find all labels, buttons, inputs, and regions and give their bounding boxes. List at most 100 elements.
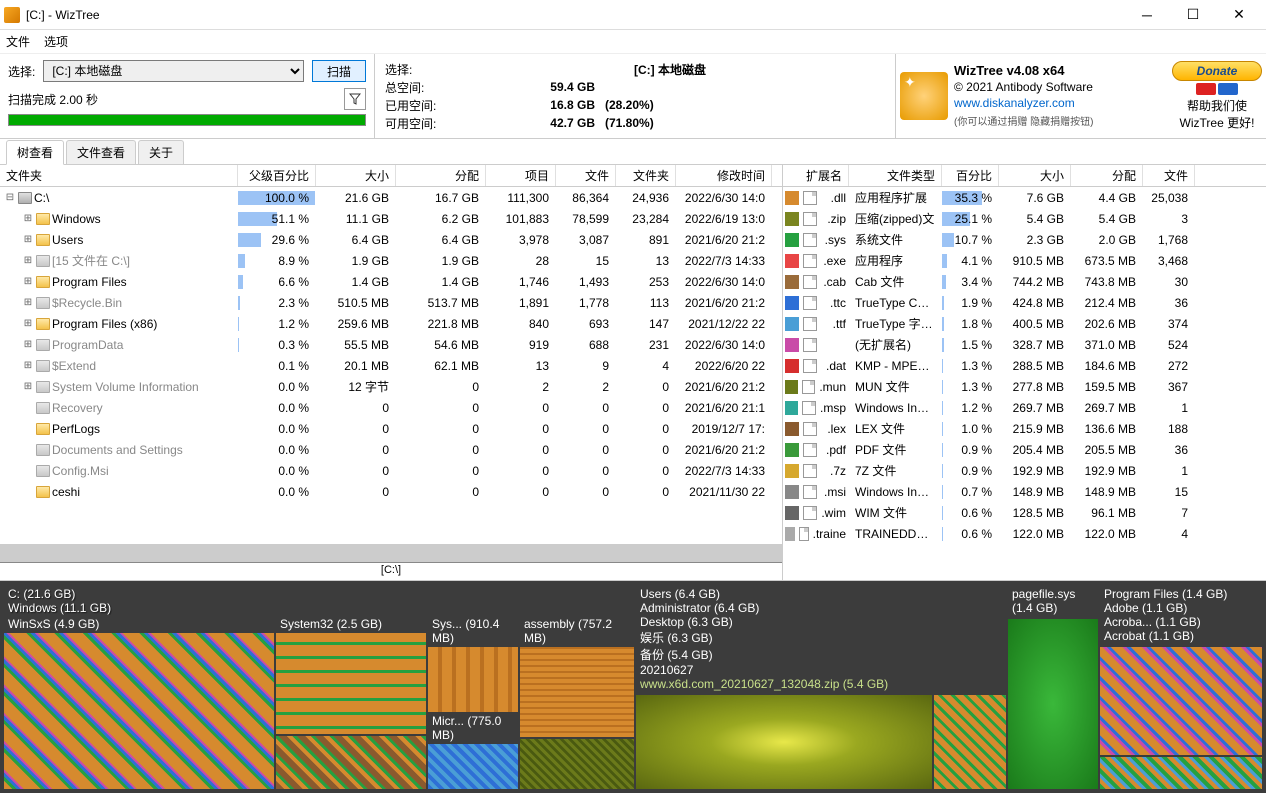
treemap[interactable]: C: (21.6 GB) Windows (11.1 GB) WinSxS (4…: [0, 581, 1266, 793]
ext-row[interactable]: .exe应用程序4.1 %910.5 MB673.5 MB3,468: [783, 250, 1266, 271]
ext-row[interactable]: .dll应用程序扩展35.3 %7.6 GB4.4 GB25,038: [783, 187, 1266, 208]
ext-col-0[interactable]: 扩展名: [783, 165, 849, 186]
folder-icon: [36, 213, 50, 225]
ext-name: .traine: [813, 527, 846, 541]
tree-col-4[interactable]: 项目: [486, 165, 556, 186]
tree-col-0[interactable]: 文件夹: [0, 165, 238, 186]
tree-row[interactable]: ⊞Program Files (x86)1.2 %259.6 MB221.8 M…: [0, 313, 782, 334]
tm-acroba1: Acroba... (1.1 GB): [1104, 615, 1258, 629]
ext-row[interactable]: .cabCab 文件3.4 %744.2 MB743.8 MB30: [783, 271, 1266, 292]
menu-options[interactable]: 选项: [44, 33, 68, 50]
tree-row[interactable]: ⊞System Volume Information0.0 %12 字节0220…: [0, 376, 782, 397]
app-url[interactable]: www.diskanalyzer.com: [954, 96, 1166, 112]
tree-row[interactable]: ⊞$Recycle.Bin2.3 %510.5 MB513.7 MB1,8911…: [0, 292, 782, 313]
expander-icon[interactable]: ⊞: [22, 234, 34, 245]
scan-button[interactable]: 扫描: [312, 60, 366, 82]
ext-name: .sys: [821, 233, 846, 247]
folder-icon: [36, 486, 50, 498]
free-label: 可用空间:: [385, 115, 455, 132]
ext-row[interactable]: .sys系统文件10.7 %2.3 GB2.0 GB1,768: [783, 229, 1266, 250]
ext-row[interactable]: .pdfPDF 文件0.9 %205.4 MB205.5 MB36: [783, 439, 1266, 460]
ext-row[interactable]: .msiWindows Install0.7 %148.9 MB148.9 MB…: [783, 481, 1266, 502]
ext-row[interactable]: .ttfTrueType 字体文1.8 %400.5 MB202.6 MB374: [783, 313, 1266, 334]
tree-row[interactable]: ⊞Program Files6.6 %1.4 GB1.4 GB1,7461,49…: [0, 271, 782, 292]
menu-file[interactable]: 文件: [6, 33, 30, 50]
folder-icon: [36, 297, 50, 309]
tree-row[interactable]: Config.Msi0.0 %000002022/7/3 14:33: [0, 460, 782, 481]
expander-icon[interactable]: ⊞: [22, 360, 34, 371]
tab-tree[interactable]: 树查看: [6, 140, 64, 165]
ext-name: .zip: [821, 212, 846, 226]
tree-col-2[interactable]: 大小: [316, 165, 396, 186]
expander-icon[interactable]: ⊞: [22, 276, 34, 287]
ext-color: [785, 359, 799, 373]
tree-row[interactable]: Recovery0.0 %000002021/6/20 21:1: [0, 397, 782, 418]
ext-row[interactable]: .zip压缩(zipped)文25.1 %5.4 GB5.4 GB3: [783, 208, 1266, 229]
file-icon: [803, 296, 817, 310]
tm-adobe: Adobe (1.1 GB): [1104, 601, 1258, 615]
ext-col-5[interactable]: 文件: [1143, 165, 1195, 186]
tree-row[interactable]: ⊞$Extend0.1 %20.1 MB62.1 MB13942022/6/20…: [0, 355, 782, 376]
folder-name: Windows: [52, 212, 101, 226]
minimize-button[interactable]: ─: [1124, 0, 1170, 30]
expander-icon[interactable]: ⊞: [22, 318, 34, 329]
tree-body[interactable]: ⊟C:\100.0 %21.6 GB16.7 GB111,30086,36424…: [0, 187, 782, 544]
tree-col-3[interactable]: 分配: [396, 165, 486, 186]
disk-select-label: 选择:: [385, 61, 455, 78]
tree-row[interactable]: Documents and Settings0.0 %000002021/6/2…: [0, 439, 782, 460]
file-icon: [803, 485, 817, 499]
file-icon: [803, 191, 817, 205]
file-icon: [803, 464, 817, 478]
tab-about[interactable]: 关于: [138, 140, 184, 164]
ext-col-2[interactable]: 百分比: [942, 165, 999, 186]
drive-select[interactable]: [C:] 本地磁盘: [43, 60, 304, 82]
ext-row[interactable]: .7z7Z 文件0.9 %192.9 MB192.9 MB1: [783, 460, 1266, 481]
ext-row[interactable]: .mspWindows Install1.2 %269.7 MB269.7 MB…: [783, 397, 1266, 418]
folder-name: Config.Msi: [52, 464, 109, 478]
donate-subtext: 帮助我们使 WizTree 更好!: [1172, 97, 1262, 131]
folder-name: PerfLogs: [52, 422, 100, 436]
ext-row[interactable]: (无扩展名)1.5 %328.7 MB371.0 MB524: [783, 334, 1266, 355]
ext-color: [785, 317, 799, 331]
tree-row[interactable]: ⊞Users29.6 %6.4 GB6.4 GB3,9783,087891202…: [0, 229, 782, 250]
expander-icon[interactable]: ⊞: [22, 297, 34, 308]
maximize-button[interactable]: ☐: [1170, 0, 1216, 30]
tm-backup: 备份 (5.4 GB): [640, 646, 1002, 663]
funnel-icon: [349, 93, 361, 105]
donate-button[interactable]: Donate: [1172, 61, 1262, 81]
expander-icon[interactable]: ⊟: [4, 192, 16, 203]
ext-col-4[interactable]: 分配: [1071, 165, 1143, 186]
expander-icon[interactable]: ⊞: [22, 255, 34, 266]
ext-row[interactable]: .datKMP - MPEG Mc1.3 %288.5 MB184.6 MB27…: [783, 355, 1266, 376]
ext-body[interactable]: .dll应用程序扩展35.3 %7.6 GB4.4 GB25,038.zip压缩…: [783, 187, 1266, 580]
ext-row[interactable]: .lexLEX 文件1.0 %215.9 MB136.6 MB188: [783, 418, 1266, 439]
tree-col-7[interactable]: 修改时间: [676, 165, 772, 186]
tree-row[interactable]: ⊞Windows51.1 %11.1 GB6.2 GB101,88378,599…: [0, 208, 782, 229]
tm-micr: Micr... (775.0 MB): [428, 714, 518, 742]
expander-icon[interactable]: ⊞: [22, 339, 34, 350]
ext-row[interactable]: .traineTRAINEDDATA 文0.6 %122.0 MB122.0 M…: [783, 523, 1266, 544]
tree-col-5[interactable]: 文件: [556, 165, 616, 186]
tree-row[interactable]: ⊞[15 文件在 C:\]8.9 %1.9 GB1.9 GB2815132022…: [0, 250, 782, 271]
expander-icon[interactable]: ⊞: [22, 213, 34, 224]
tree-row[interactable]: PerfLogs0.0 %000002019/12/7 17:: [0, 418, 782, 439]
tree-hscroll[interactable]: [0, 544, 782, 562]
close-button[interactable]: ✕: [1216, 0, 1262, 30]
tab-file[interactable]: 文件查看: [66, 140, 136, 164]
tree-header: 文件夹父级百分比大小分配项目文件文件夹修改时间: [0, 165, 782, 187]
filter-button[interactable]: [344, 88, 366, 110]
tree-col-1[interactable]: 父级百分比: [238, 165, 316, 186]
ext-row[interactable]: .ttcTrueType Collect1.9 %424.8 MB212.4 M…: [783, 292, 1266, 313]
tree-row[interactable]: ceshi0.0 %000002021/11/30 22: [0, 481, 782, 502]
ext-col-3[interactable]: 大小: [999, 165, 1071, 186]
ext-col-1[interactable]: 文件类型: [849, 165, 942, 186]
ext-row[interactable]: .munMUN 文件1.3 %277.8 MB159.5 MB367: [783, 376, 1266, 397]
ext-row[interactable]: .wimWIM 文件0.6 %128.5 MB96.1 MB7: [783, 502, 1266, 523]
ext-color: [785, 212, 799, 226]
folder-icon: [36, 402, 50, 414]
expander-icon[interactable]: ⊞: [22, 381, 34, 392]
tree-col-6[interactable]: 文件夹: [616, 165, 676, 186]
tree-row[interactable]: ⊟C:\100.0 %21.6 GB16.7 GB111,30086,36424…: [0, 187, 782, 208]
tree-row[interactable]: ⊞ProgramData0.3 %55.5 MB54.6 MB919688231…: [0, 334, 782, 355]
drive-icon: [18, 192, 32, 204]
